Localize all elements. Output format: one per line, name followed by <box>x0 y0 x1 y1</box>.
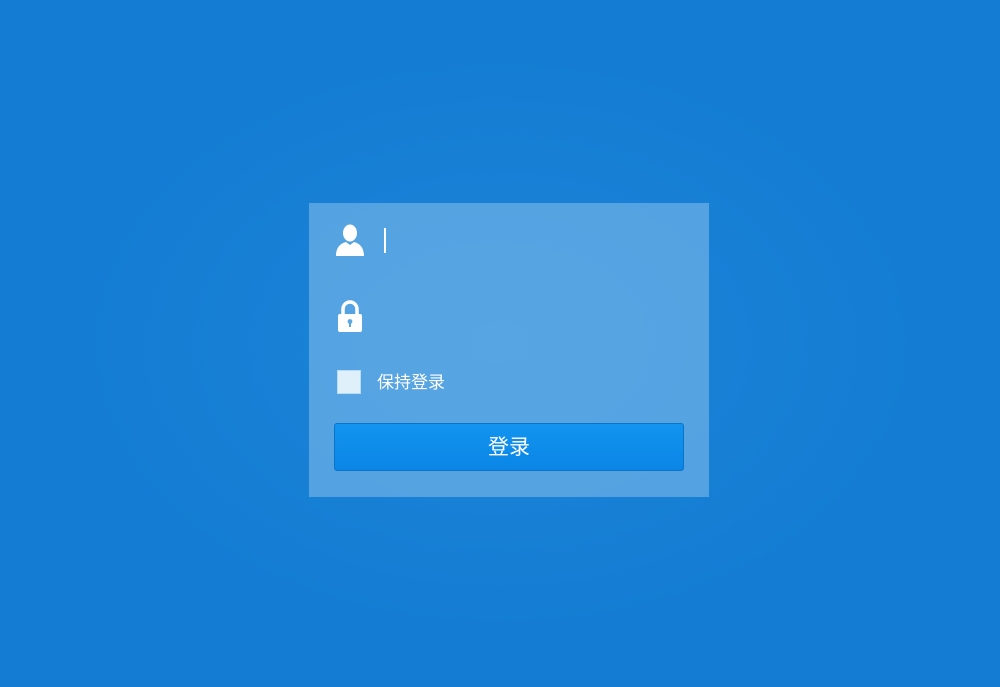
remember-row: 保持登录 <box>337 370 637 396</box>
lock-icon <box>338 300 362 332</box>
user-icon <box>336 224 364 256</box>
login-panel: 保持登录 登录 <box>309 203 709 497</box>
username-input[interactable] <box>381 223 689 257</box>
login-button[interactable]: 登录 <box>334 423 684 471</box>
password-row <box>309 289 709 345</box>
password-input[interactable] <box>381 299 689 333</box>
remember-checkbox[interactable] <box>337 370 361 394</box>
text-caret <box>384 228 386 253</box>
username-row <box>309 213 709 269</box>
remember-label[interactable]: 保持登录 <box>377 372 445 394</box>
